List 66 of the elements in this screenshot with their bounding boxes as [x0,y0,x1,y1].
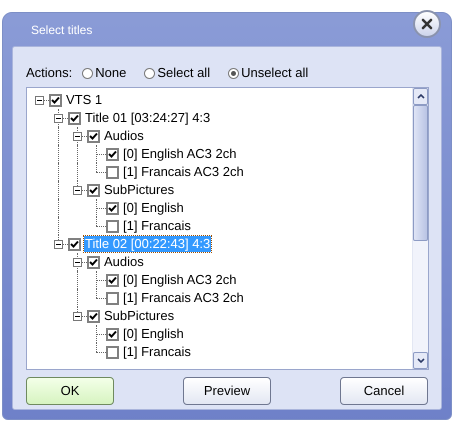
close-button[interactable] [413,10,441,38]
check-icon [108,330,117,338]
scroll-down-button[interactable] [413,352,428,369]
tree-item[interactable]: Audios [103,128,145,144]
checkbox[interactable] [106,166,119,178]
check-icon [51,96,60,104]
scroll-up-button[interactable] [413,88,428,105]
check-icon [89,258,98,266]
checkbox[interactable] [68,112,81,124]
collapse-toggle[interactable] [73,186,82,194]
radio-button[interactable] [228,68,240,78]
actions-label: Actions: [26,64,72,82]
tree-item[interactable]: Audios [103,254,145,270]
check-icon [89,312,98,320]
checkbox[interactable] [106,202,119,214]
radio-option[interactable]: Unselect all [228,63,308,83]
tree-item[interactable]: [1] Francais AC3 2ch [122,290,245,306]
dialog-button[interactable]: Cancel [340,377,428,405]
tree-item[interactable]: SubPictures [103,308,176,324]
tree-item[interactable]: [0] English [122,200,185,216]
collapse-toggle[interactable] [35,96,44,104]
collapse-toggle[interactable] [73,258,82,266]
window-title: Select titles [31,22,92,38]
check-icon [89,132,98,140]
collapse-toggle[interactable] [54,240,63,248]
radio-button[interactable] [144,68,156,78]
chevron-up-icon [416,94,424,99]
check-icon [108,204,117,212]
checkbox[interactable] [49,94,62,106]
tree-item[interactable]: SubPictures [103,182,176,198]
close-icon [421,18,433,30]
checkbox[interactable] [106,292,119,304]
checkbox[interactable] [87,256,100,268]
checkbox[interactable] [87,184,100,196]
tree-item[interactable]: [0] English AC3 2ch [122,272,238,288]
checkbox[interactable] [87,310,100,322]
check-icon [70,114,79,122]
checkbox[interactable] [68,238,81,250]
checkbox[interactable] [87,130,100,142]
checkbox[interactable] [106,148,119,160]
check-icon [70,240,79,248]
tree-item[interactable]: [1] Francais [122,218,192,234]
checkbox[interactable] [106,328,119,340]
chevron-down-icon [416,358,424,363]
tree-item[interactable]: [1] Francais AC3 2ch [122,164,245,180]
dialog-button[interactable]: OK [26,377,114,405]
scroll-thumb[interactable] [413,105,428,241]
radio-option[interactable]: Select all [144,63,210,83]
radio-option[interactable]: None [82,63,126,83]
tree-item[interactable]: [0] English [122,326,185,342]
dialog-button[interactable]: Preview [183,377,271,405]
tree-item[interactable]: Title 01 [03:24:27] 4:3 [84,110,212,126]
check-icon [108,276,117,284]
tree-item[interactable]: [0] English AC3 2ch [122,146,238,162]
checkbox[interactable] [106,220,119,232]
check-icon [108,150,117,158]
collapse-toggle[interactable] [73,312,82,320]
check-icon [89,186,98,194]
checkbox[interactable] [106,274,119,286]
tree-item[interactable]: [1] Francais [122,344,192,360]
radio-button[interactable] [82,68,94,78]
collapse-toggle[interactable] [54,114,63,122]
tree-item[interactable]: VTS 1 [65,92,104,108]
checkbox[interactable] [106,346,119,358]
vertical-scrollbar[interactable] [412,88,428,369]
collapse-toggle[interactable] [73,132,82,140]
